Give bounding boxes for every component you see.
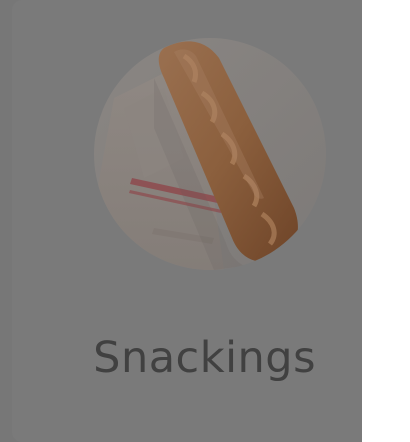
baguette-bread-image: [94, 38, 326, 270]
category-card-snackings[interactable]: Snackings: [0, 0, 362, 442]
category-title: Snackings: [93, 333, 316, 383]
